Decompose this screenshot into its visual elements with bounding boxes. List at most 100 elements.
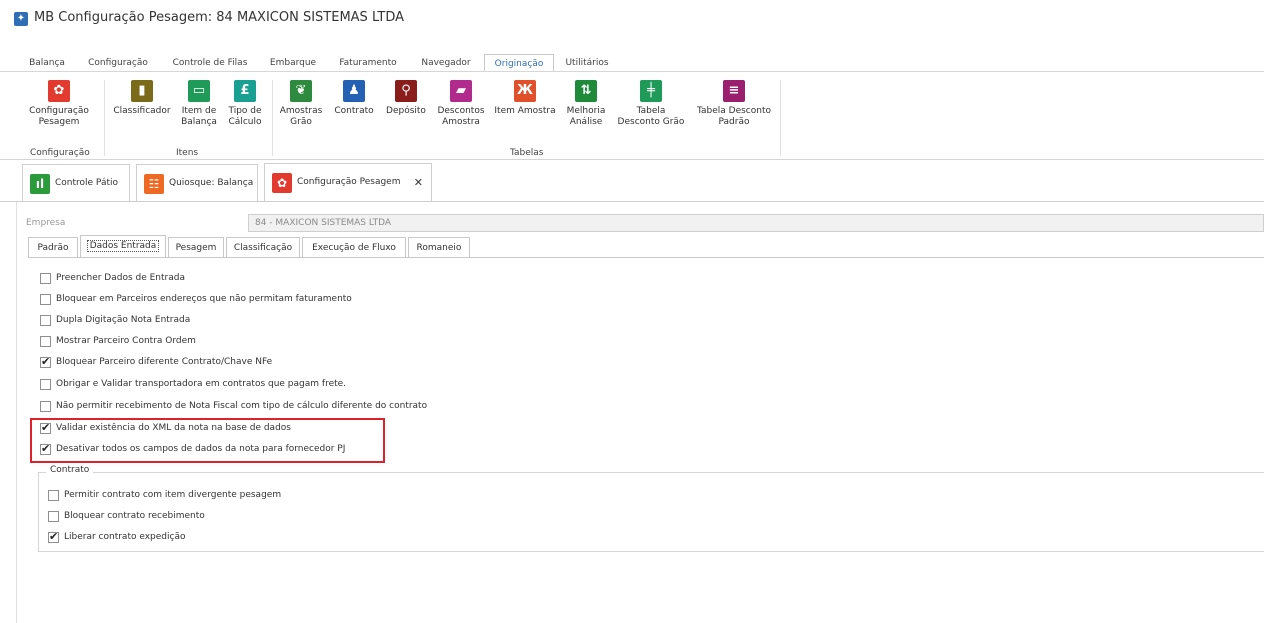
ribbon-group-label-configuracao: Configuração — [30, 148, 90, 158]
contrato-group — [38, 472, 1264, 552]
checkbox-label: Liberar contrato expedição — [64, 532, 186, 542]
box-icon: ▭ — [188, 80, 210, 102]
checkbox-permitir-contrato-item-divergente[interactable]: Permitir contrato com item divergente pe… — [48, 487, 281, 503]
checkbox-label: Bloquear Parceiro diferente Contrato/Cha… — [56, 357, 273, 367]
title-bar: ✦ MB Configuração Pesagem: 84 MAXICON SI… — [0, 0, 1264, 40]
inner-tab-label: Pesagem — [175, 243, 217, 253]
currency-icon: £ — [234, 80, 256, 102]
menu-tab-configuracao[interactable]: Configuração — [82, 54, 154, 72]
location-pin-icon: ⚲ — [395, 80, 417, 102]
window-title: MB Configuração Pesagem: 84 MAXICON SIST… — [34, 10, 405, 25]
checkbox[interactable] — [48, 489, 59, 501]
inner-tabs-divider — [28, 257, 1264, 258]
menu-tab-utilitarios[interactable]: Utilitários — [560, 54, 614, 72]
doc-tab-controle-patio[interactable]: ıl Controle Pátio — [22, 164, 130, 202]
ribbon-button-item-de-balanca[interactable]: ▭ Item de Balança — [176, 80, 222, 128]
ribbon-button-contrato[interactable]: ♟ Contrato — [330, 80, 378, 117]
menu-tab-embarque[interactable]: Embarque — [264, 54, 322, 72]
checkbox[interactable] — [40, 355, 51, 368]
ribbon-button-label: Amostras Grão — [279, 106, 323, 127]
menu-tab-faturamento[interactable]: Faturamento — [332, 54, 404, 72]
checkbox-nao-permitir-recebimento[interactable]: Não permitir recebimento de Nota Fiscal … — [40, 398, 427, 414]
inner-tab-label: Execução de Fluxo — [312, 243, 396, 253]
inner-tab-padrao[interactable]: Padrão — [28, 237, 78, 257]
ribbon-button-label: Melhoria Análise — [566, 106, 606, 127]
menu-tab-controle-de-filas[interactable]: Controle de Filas — [166, 54, 254, 72]
inner-tab-label: Padrão — [37, 243, 69, 253]
empresa-label: Empresa — [26, 218, 66, 228]
checkbox-bloquear-contrato-recebimento[interactable]: Bloquear contrato recebimento — [48, 508, 205, 524]
checkbox-preencher-dados-entrada[interactable]: Preencher Dados de Entrada — [40, 270, 185, 286]
ribbon-button-classificador[interactable]: ▮ Classificador — [110, 80, 174, 117]
checkbox-label: Não permitir recebimento de Nota Fiscal … — [56, 401, 428, 411]
close-icon[interactable]: ✕ — [414, 176, 423, 189]
highlight-box — [30, 418, 385, 463]
app-icon: ✦ — [14, 12, 28, 26]
bookmark-icon: ▮ — [131, 80, 153, 102]
chart-icon: ıl — [30, 174, 50, 194]
inner-tab-label: Classificação — [233, 243, 293, 253]
ribbon-button-label: Contrato — [334, 106, 374, 116]
checkbox-bloquear-parceiro-diferente[interactable]: Bloquear Parceiro diferente Contrato/Cha… — [40, 354, 272, 370]
inner-tab-classificacao[interactable]: Classificação — [226, 237, 300, 257]
checkbox[interactable] — [40, 293, 51, 305]
checkbox[interactable] — [40, 314, 51, 326]
checkbox-label: Dupla Digitação Nota Entrada — [56, 315, 191, 325]
gear-icon: ✿ — [48, 80, 70, 102]
contract-icon: ♟ — [343, 80, 365, 102]
checkbox[interactable] — [40, 335, 51, 347]
ribbon-button-configuracao-pesagem[interactable]: ✿ Configuração Pesagem — [22, 80, 96, 128]
inner-tab-execucao-de-fluxo[interactable]: Execução de Fluxo — [302, 237, 406, 257]
gear-icon: ✿ — [272, 173, 292, 193]
doc-tab-label: Controle Pátio — [55, 178, 119, 188]
checkbox-obrigar-validar-transportadora[interactable]: Obrigar e Validar transportadora em cont… — [40, 376, 346, 392]
checkbox-liberar-contrato-expedicao[interactable]: Liberar contrato expedição — [48, 529, 185, 545]
inner-tab-dados-entrada[interactable]: Dados Entrada — [80, 235, 166, 257]
ribbon-button-tabela-desconto-grao[interactable]: ╪ Tabela Desconto Grão — [614, 80, 688, 128]
checkbox[interactable] — [48, 530, 59, 543]
checkbox-bloquear-parceiros-enderecos[interactable]: Bloquear em Parceiros endereços que não … — [40, 291, 352, 307]
checkbox-dupla-digitacao[interactable]: Dupla Digitação Nota Entrada — [40, 312, 190, 328]
ribbon-button-item-amostra[interactable]: Ж Item Amostra — [492, 80, 558, 117]
checkbox-label: Obrigar e Validar transportadora em cont… — [56, 379, 347, 389]
sprout-icon: ❦ — [290, 80, 312, 102]
empresa-field[interactable]: 84 - MAXICON SISTEMAS LTDA — [248, 214, 1264, 232]
ribbon-button-label: Depósito — [386, 106, 426, 116]
ribbon-separator — [780, 80, 781, 156]
checkbox[interactable] — [40, 378, 51, 390]
ribbon-button-label: Configuração Pesagem — [29, 106, 89, 127]
menu-tab-balanca[interactable]: Balança — [22, 54, 72, 72]
checkbox-mostrar-parceiro-contra-ordem[interactable]: Mostrar Parceiro Contra Ordem — [40, 333, 196, 349]
checkbox-label: Mostrar Parceiro Contra Ordem — [56, 336, 196, 346]
ribbon-separator — [272, 80, 273, 156]
grid-icon: ☷ — [144, 174, 164, 194]
ribbon-separator — [104, 80, 105, 156]
checkbox-label: Bloquear contrato recebimento — [64, 511, 205, 521]
inner-tab-romaneio[interactable]: Romaneio — [408, 237, 470, 257]
discount-icon: ▰ — [450, 80, 472, 102]
inner-tab-label: Romaneio — [416, 243, 462, 253]
ribbon-button-amostras-grao[interactable]: ❦ Amostras Grão — [276, 80, 326, 128]
ribbon-button-deposito[interactable]: ⚲ Depósito — [382, 80, 430, 117]
checkbox[interactable] — [48, 510, 59, 522]
ribbon-button-label: Classificador — [113, 106, 171, 116]
doc-tab-label: Configuração Pesagem — [297, 177, 401, 187]
grain-table-icon: ╪ — [640, 80, 662, 102]
doc-tab-quiosque-balanca[interactable]: ☷ Quiosque: Balança — [136, 164, 258, 202]
checkbox[interactable] — [40, 272, 51, 284]
ribbon-button-tabela-desconto-padrao[interactable]: ≡ Tabela Desconto Padrão — [692, 80, 776, 128]
ribbon-group-label-tabelas: Tabelas — [510, 148, 544, 158]
ribbon-group-label-itens: Itens — [176, 148, 199, 158]
ribbon-button-descontos-amostra[interactable]: ▰ Descontos Amostra — [434, 80, 488, 128]
menu-tabs: Balança Configuração Controle de Filas E… — [0, 54, 1264, 72]
ribbon-button-melhoria-analise[interactable]: ⇅ Melhoria Análise — [562, 80, 610, 128]
ribbon: ✿ Configuração Pesagem ▮ Classificador ▭… — [0, 72, 1264, 160]
menu-tab-navegador[interactable]: Navegador — [414, 54, 478, 72]
doc-tab-configuracao-pesagem[interactable]: ✿ Configuração Pesagem ✕ — [264, 163, 432, 202]
menu-tab-originacao[interactable]: Originação — [484, 54, 554, 72]
doc-tab-label: Quiosque: Balança — [169, 178, 254, 188]
inner-tab-pesagem[interactable]: Pesagem — [168, 237, 224, 257]
ribbon-button-tipo-de-calculo[interactable]: £ Tipo de Cálculo — [224, 80, 266, 128]
checkbox[interactable] — [40, 400, 51, 412]
contrato-group-legend: Contrato — [46, 465, 94, 475]
